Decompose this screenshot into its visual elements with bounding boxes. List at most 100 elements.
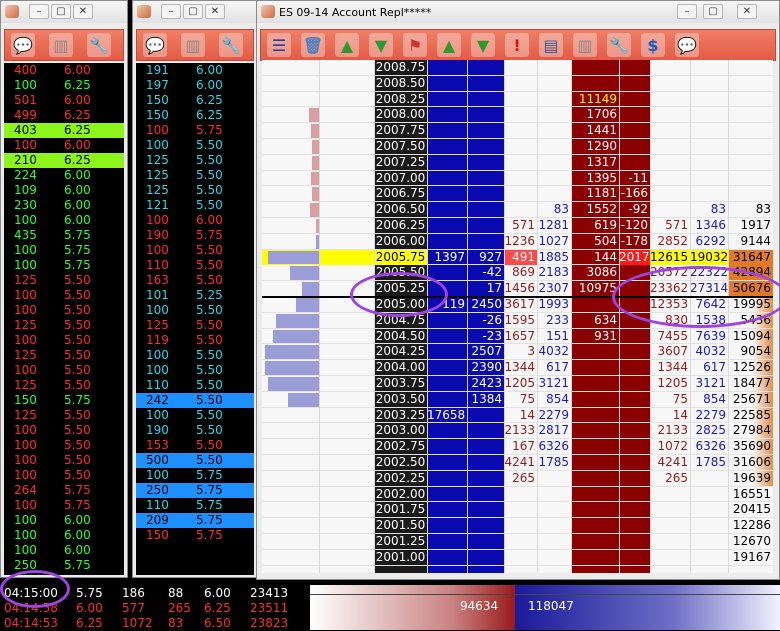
align-icon[interactable]: ☰ [267, 33, 291, 57]
dom-cell-c3[interactable]: 1344 [504, 360, 537, 375]
maximize-button[interactable]: ▢ [183, 4, 203, 19]
dom-cell-c4[interactable]: 4032 [537, 344, 571, 359]
dom-cell-c7[interactable]: 571 [650, 218, 690, 233]
dom-cell-p[interactable]: 2004.00 [374, 360, 427, 375]
dom-cell-c3[interactable]: 3 [504, 344, 537, 359]
dom-cell-c4[interactable]: 2817 [537, 423, 571, 438]
dom-cell-c7[interactable]: 3607 [650, 344, 690, 359]
levels-icon[interactable]: ▥ [181, 33, 205, 57]
dom-cell-c4[interactable]: 1785 [537, 455, 571, 470]
dom-cell-c7[interactable]: 14 [650, 408, 690, 423]
dom-cell-p[interactable]: 2002.75 [374, 439, 427, 454]
dom-cell-p[interactable]: 2002.50 [374, 455, 427, 470]
dom-cell-c9[interactable]: 18477 [728, 376, 773, 391]
dom-cell-c5[interactable]: 144 [571, 250, 619, 265]
dollar-icon[interactable]: $ [641, 33, 665, 57]
dom-cell-c6[interactable]: -120 [619, 218, 650, 233]
dom-cell-c4[interactable]: 83 [537, 202, 571, 217]
dom-cell-c7[interactable]: 1072 [650, 439, 690, 454]
dom-cell-c7[interactable]: 7455 [650, 329, 690, 344]
wrench-icon[interactable]: 🔧 [607, 33, 631, 57]
dom-cell-c3[interactable]: 265 [504, 471, 537, 486]
minimize-button[interactable]: – [29, 4, 49, 19]
dom-cell-p[interactable]: 2006.75 [374, 186, 427, 201]
dom-cell-c6[interactable]: -166 [619, 186, 650, 201]
dom-cell-c9[interactable]: 12670 [728, 534, 773, 549]
dom-cell-c3[interactable]: 869 [504, 265, 537, 280]
wrench-icon[interactable]: 🔧 [219, 33, 243, 57]
dom-cell-c6[interactable]: -92 [619, 202, 650, 217]
dom-cell-c4[interactable]: 854 [537, 392, 571, 407]
dom-cell-c2[interactable]: 2423 [467, 376, 504, 391]
dom-cell-p[interactable]: 2003.25 [374, 408, 427, 423]
flag-icon[interactable]: ⚑ [403, 33, 427, 57]
dom-cell-c7[interactable]: 75 [650, 392, 690, 407]
arrow-up-icon[interactable]: ▲ [437, 33, 461, 57]
dom-cell-p[interactable]: 2001.50 [374, 518, 427, 533]
dom-cell-c4[interactable]: 1885 [537, 250, 571, 265]
dom-cell-c9[interactable]: 19167 [728, 550, 773, 565]
dom-cell-p[interactable]: 2001.00 [374, 550, 427, 565]
dom-cell-c5[interactable]: 504 [571, 234, 619, 249]
speech-bubble-icon[interactable]: 💬 [143, 33, 167, 57]
title-bar[interactable]: ES 09-14 Account Repl***** – ▢ ✕ [257, 1, 779, 23]
price-ladder[interactable]: 400 6.00 100 6.25 501 6.00 499 6.25 403 6.25 100 6.… [4, 63, 124, 575]
dom-cell-c2[interactable]: 1384 [467, 392, 504, 407]
dom-cell-p[interactable]: 2008.75 [374, 60, 427, 75]
dom-cell-c8[interactable]: 19032 [690, 249, 728, 265]
exclamation-icon[interactable]: ! [505, 33, 529, 57]
maximize-button[interactable]: ▢ [703, 4, 723, 19]
arrow-up-icon[interactable]: ▲ [335, 33, 359, 57]
dom-cell-p[interactable]: 2008.50 [374, 76, 427, 91]
title-bar[interactable]: – ▢ ✕ [133, 1, 257, 23]
levels-icon[interactable]: ▥ [573, 33, 597, 57]
dom-cell-c5[interactable]: 1181 [571, 186, 619, 201]
close-button[interactable]: ✕ [205, 4, 225, 19]
dom-cell-c2[interactable]: 2450 [467, 297, 504, 312]
dom-cell-c4[interactable]: 6326 [537, 439, 571, 454]
speech-bubble-icon[interactable]: 💬 [11, 33, 35, 57]
dom-cell-c7[interactable]: 2133 [650, 423, 690, 438]
dom-cell-c4[interactable]: 1027 [537, 234, 571, 249]
dom-cell-c3[interactable]: 3617 [504, 297, 537, 312]
dom-cell-c4[interactable]: 2279 [537, 408, 571, 423]
dom-cell-c6[interactable]: 2017 [619, 249, 650, 265]
close-button[interactable]: ✕ [73, 4, 93, 19]
wrench-icon[interactable]: 🔧 [87, 33, 111, 57]
dom-cell-c2[interactable]: 927 [467, 250, 504, 265]
maximize-button[interactable]: ▢ [51, 4, 71, 19]
dom-cell-c5[interactable]: 619 [571, 218, 619, 233]
dom-cell-c4[interactable]: 2307 [537, 281, 571, 296]
dom-cell-c1[interactable]: 17658 [427, 408, 467, 423]
chart-icon[interactable]: ▤ [539, 33, 563, 57]
dom-cell-c9[interactable]: 9054 [728, 344, 773, 360]
dom-cell-p[interactable]: 2003.75 [374, 376, 427, 391]
dom-cell-p[interactable]: 2004.50 [374, 329, 427, 344]
dom-cell-p[interactable]: 2002.00 [374, 487, 427, 502]
dom-cell-c8[interactable]: 2279 [690, 408, 728, 423]
dom-cell-p[interactable]: 2007.75 [374, 123, 427, 138]
dom-cell-c4[interactable]: 233 [537, 313, 571, 328]
dom-cell-c3[interactable]: 1236 [504, 234, 537, 249]
dom-cell-c8[interactable]: 3121 [690, 376, 728, 391]
dom-cell-c5[interactable]: 1441 [571, 123, 619, 138]
dom-cell-p[interactable]: 2008.00 [374, 107, 427, 122]
dom-cell-c9[interactable]: 31647 [728, 249, 773, 265]
price-ladder[interactable]: 191 6.00 197 6.00 150 6.25 150 6.25 100 5.75 100 5.… [136, 63, 254, 575]
dom-cell-c8[interactable]: 1346 [690, 218, 728, 233]
dom-cell-c3[interactable]: 4241 [504, 455, 537, 470]
dom-cell-c9[interactable]: 15094 [728, 328, 773, 344]
dom-cell-p[interactable]: 2007.00 [374, 171, 427, 186]
dom-cell-c5[interactable]: 1290 [571, 139, 619, 154]
dom-cell-p[interactable]: 2003.50 [374, 392, 427, 407]
dom-cell-p[interactable]: 2007.50 [374, 139, 427, 154]
dom-cell-c8[interactable]: 1785 [690, 455, 728, 470]
dom-cell-c3[interactable]: 167 [504, 439, 537, 454]
dom-cell-c2[interactable]: 17 [467, 281, 504, 296]
dom-cell-c3[interactable]: 2133 [504, 423, 537, 438]
dom-cell-c8[interactable]: 6326 [690, 439, 728, 454]
dom-cell-c8[interactable]: 7639 [690, 329, 728, 344]
dom-cell-c2[interactable]: -42 [467, 265, 504, 280]
dom-cell-c8[interactable]: 83 [690, 202, 728, 217]
dom-cell-c7[interactable]: 265 [650, 471, 690, 486]
